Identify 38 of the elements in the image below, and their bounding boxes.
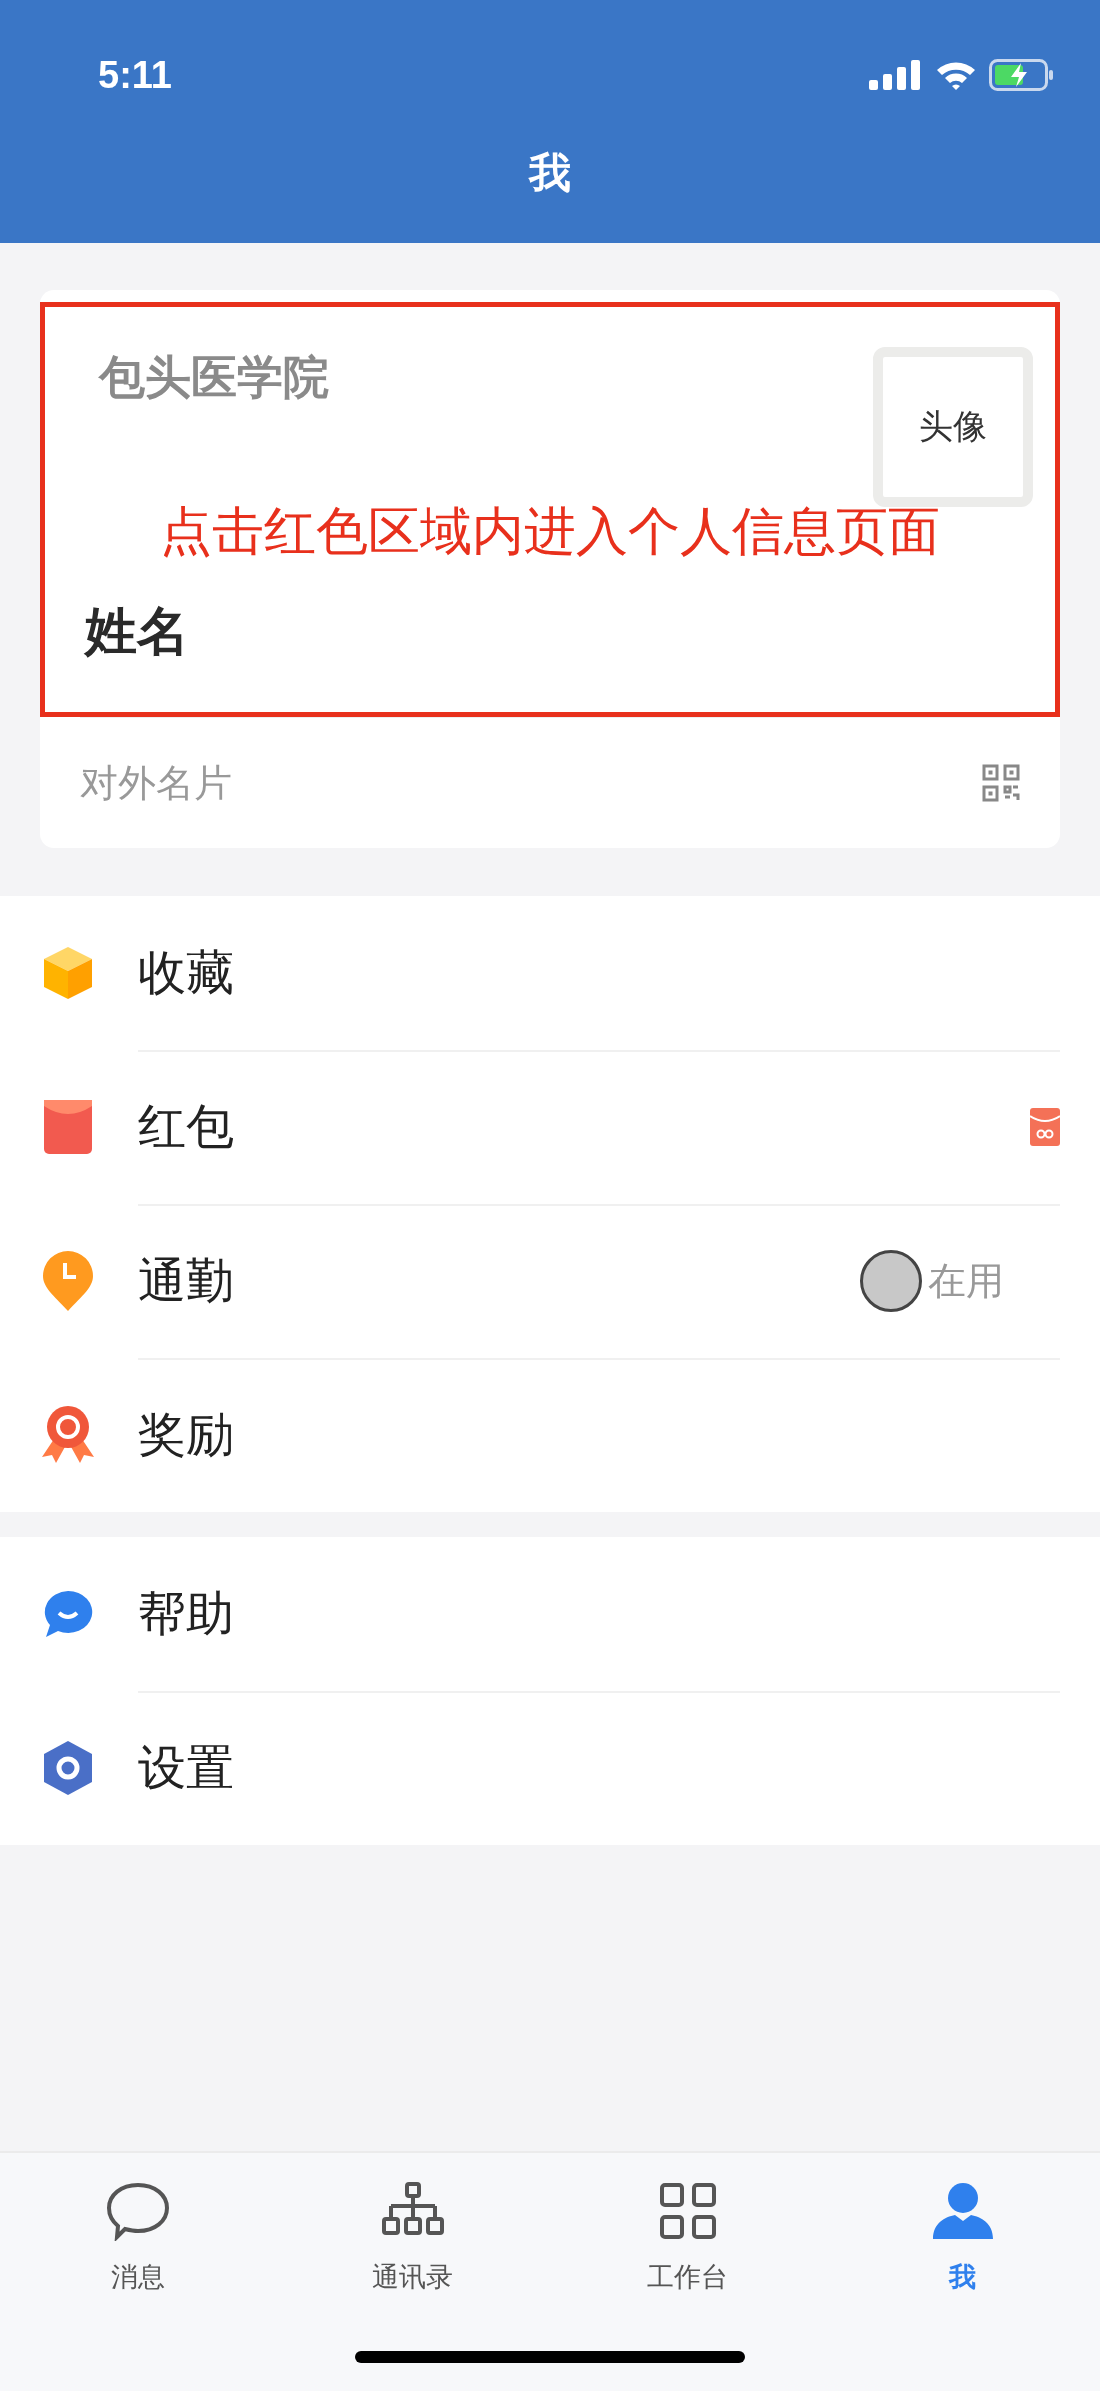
menu-item[interactable]: 帮助 [0, 1537, 1100, 1691]
tab[interactable]: 通讯录 [312, 2181, 513, 2295]
person-icon [930, 2181, 995, 2241]
user-name: 姓名 [85, 601, 190, 662]
menu-item-label: 奖励 [138, 1407, 235, 1463]
chat-bubble-icon [42, 1589, 94, 1639]
envelope-icon [44, 1100, 92, 1154]
organization-name: 包头医学院 [99, 350, 329, 405]
tab[interactable]: 消息 [37, 2181, 238, 2295]
location-pin-icon [43, 1251, 93, 1311]
box-icon [42, 945, 94, 1001]
status-time: 5:11 [98, 53, 172, 97]
menu-item[interactable]: 设置 [0, 1691, 1100, 1845]
tab[interactable]: 工作台 [587, 2181, 788, 2295]
menu-item-label: 设置 [138, 1740, 235, 1796]
page-title: 我 [527, 148, 572, 198]
menu-item[interactable]: 奖励 [0, 1358, 1100, 1512]
qr-code-icon[interactable] [982, 764, 1020, 802]
menu-item[interactable]: 红包 [0, 1050, 1100, 1204]
hexagon-icon [42, 1740, 94, 1796]
tab[interactable]: 我 [862, 2181, 1063, 2295]
medal-icon [40, 1405, 96, 1465]
menu-item[interactable]: 收藏 [0, 896, 1100, 1050]
chat-icon [104, 2181, 171, 2241]
menu-item-label: 红包 [138, 1099, 235, 1155]
menu-item[interactable]: 通勤 在用 [0, 1204, 1100, 1358]
wifi-icon [935, 60, 977, 90]
status-text: 在用 [928, 1258, 1004, 1304]
business-card-label: 对外名片 [80, 760, 232, 806]
battery-icon [989, 59, 1055, 91]
signal-icon [869, 60, 923, 90]
menu-item-label: 帮助 [138, 1586, 235, 1642]
menu-item-label: 通勤 [138, 1253, 235, 1309]
profile-area[interactable]: 包头医学院 头像 点击红色区域内进入个人信息页面 姓名 [40, 302, 1060, 717]
grid-icon [657, 2181, 718, 2241]
envelope-badge-icon [1030, 1108, 1060, 1146]
avatar[interactable]: 头像 [873, 347, 1033, 507]
menu-item-label: 收藏 [138, 945, 235, 1001]
